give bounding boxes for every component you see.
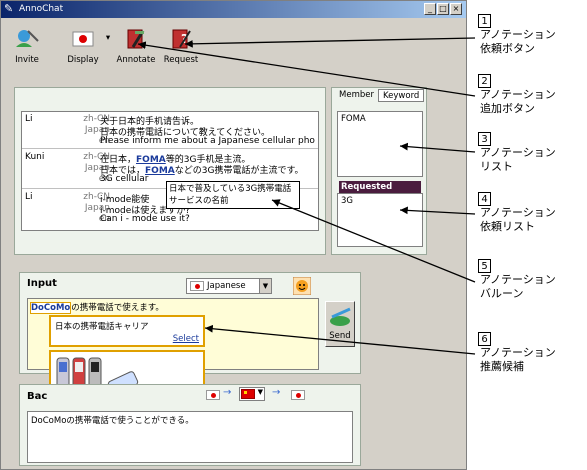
leader-arrow-4 — [399, 206, 476, 215]
leader-arrow-6 — [204, 324, 476, 355]
leader-arrows — [137, 37, 476, 355]
leader-arrow-1 — [184, 37, 476, 48]
leader-arrow-2 — [137, 41, 476, 97]
leader-arrow-3 — [399, 142, 476, 153]
